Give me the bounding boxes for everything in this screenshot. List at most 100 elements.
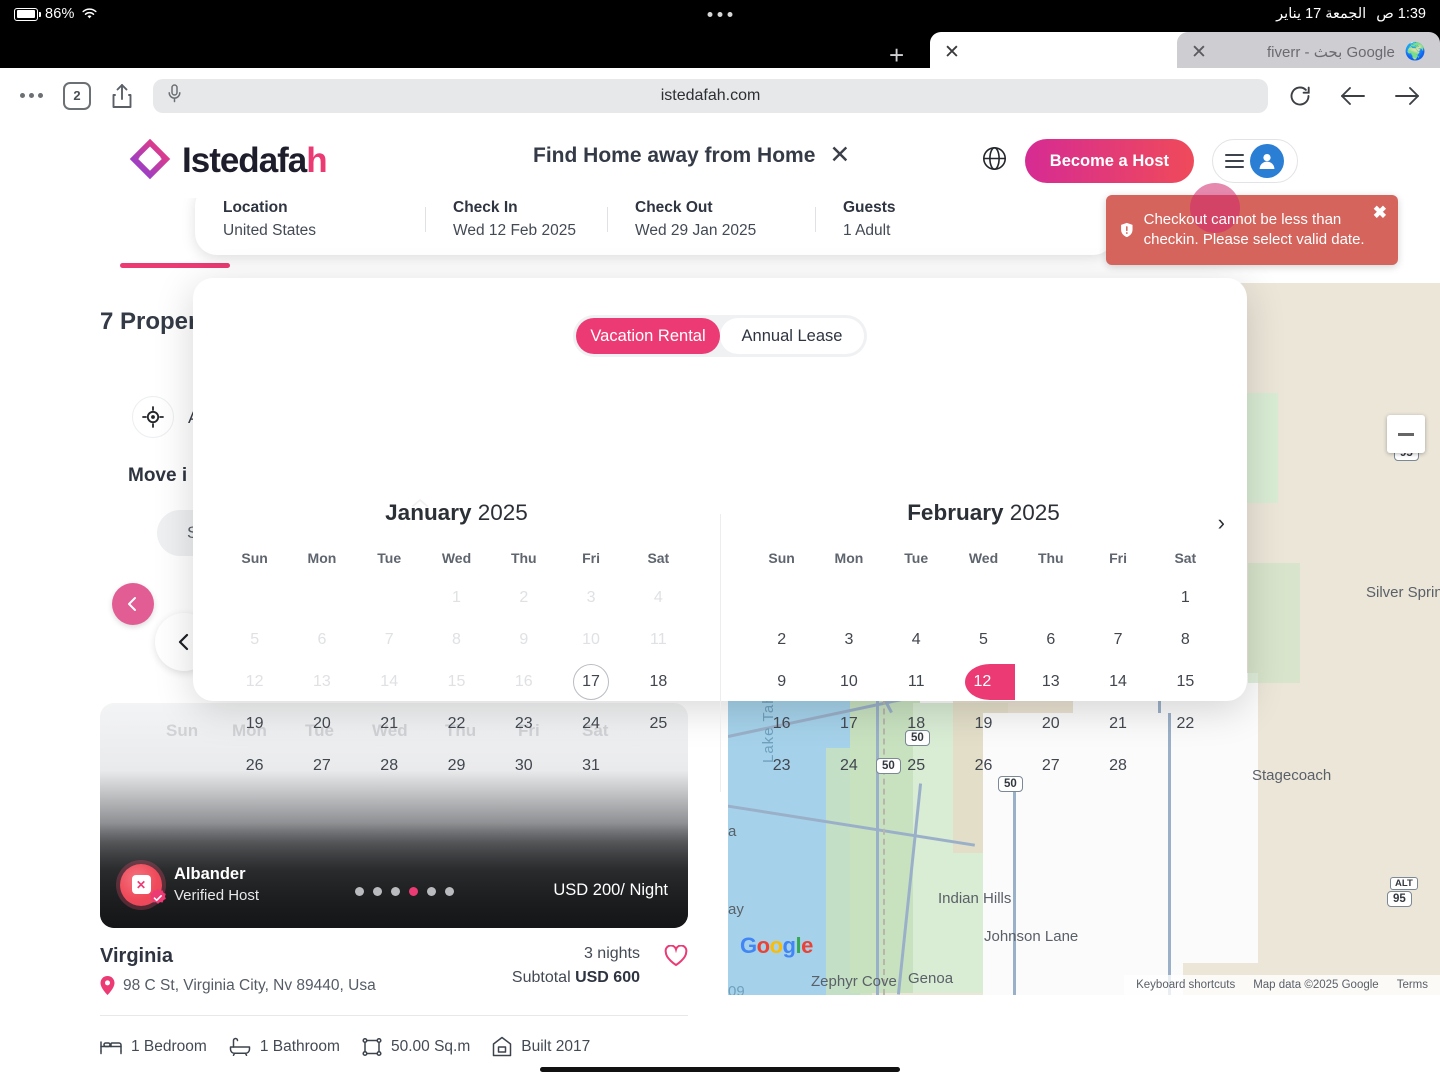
site-logo[interactable]: Istedafah xyxy=(128,139,327,183)
calendar-day[interactable]: 23 xyxy=(506,706,542,742)
calendar-day[interactable]: 18 xyxy=(898,706,934,742)
calendar-day[interactable]: 6 xyxy=(1033,622,1069,658)
calendar-day[interactable]: 7 xyxy=(1100,622,1136,658)
battery-icon xyxy=(14,8,38,21)
calendar-day[interactable]: 20 xyxy=(304,706,340,742)
tab-annual-lease[interactable]: Annual Lease xyxy=(720,318,864,354)
carousel-dot-active[interactable] xyxy=(409,887,418,896)
calendar-day[interactable]: 26 xyxy=(237,748,273,784)
calendar-day[interactable]: 20 xyxy=(1033,706,1069,742)
calendar-day[interactable]: 27 xyxy=(1033,748,1069,784)
toast-close-icon[interactable]: ✖ xyxy=(1373,204,1387,221)
microphone-icon[interactable] xyxy=(167,83,182,108)
calendar-day[interactable]: 5 xyxy=(965,622,1001,658)
browser-tab-strip: + ✕ Istedafah 🏙 ✕ fiverr - بحث Google 🌍 xyxy=(0,28,1440,68)
calendar-day[interactable]: 13 xyxy=(1033,664,1069,700)
calendar-day[interactable]: 25 xyxy=(640,706,676,742)
calendar-day[interactable]: 24 xyxy=(831,748,867,784)
close-tab-icon-2[interactable]: ✕ xyxy=(1191,43,1207,62)
reload-icon[interactable] xyxy=(1288,84,1312,108)
rental-type-toggle[interactable]: Vacation Rental Annual Lease xyxy=(573,315,867,357)
calendar-cell: 18 xyxy=(625,664,692,700)
calendar-day[interactable]: 24 xyxy=(573,706,609,742)
share-icon[interactable] xyxy=(111,83,133,109)
globe-icon[interactable] xyxy=(982,146,1007,176)
calendar-day[interactable]: 19 xyxy=(237,706,273,742)
calendar-day[interactable]: 18 xyxy=(640,664,676,700)
calendar-day[interactable]: 14 xyxy=(1100,664,1136,700)
day-grid-february[interactable]: 1234567891011121314151617181920212223242… xyxy=(748,580,1219,784)
map-attribution: Map data ©2025 Google xyxy=(1253,979,1378,991)
account-menu-button[interactable] xyxy=(1212,139,1298,183)
calendar-day-disabled: 10 xyxy=(573,622,609,658)
calendar-day[interactable]: 1 xyxy=(1167,580,1203,616)
search-field-location[interactable]: Location United States xyxy=(195,199,425,240)
calendar-day[interactable]: 9 xyxy=(764,664,800,700)
calendar-day[interactable]: 26 xyxy=(965,748,1001,784)
tab-vacation-rental[interactable]: Vacation Rental xyxy=(576,318,720,354)
calendar-day-today[interactable]: 17 xyxy=(573,664,609,700)
calendar-cell: 11 xyxy=(625,622,692,658)
calendar-day[interactable]: 2 xyxy=(764,622,800,658)
address-bar[interactable]: istedafah.com xyxy=(153,79,1268,113)
calendar-cell: 4 xyxy=(625,580,692,616)
calendar-cell: 23 xyxy=(748,748,815,784)
back-icon[interactable] xyxy=(1340,85,1366,107)
day-grid-january[interactable]: 1234567891011121314151617181920212223242… xyxy=(221,580,692,784)
carousel-dot[interactable] xyxy=(373,887,382,896)
calendar-day[interactable]: 10 xyxy=(831,664,867,700)
hamburger-icon[interactable] xyxy=(1225,154,1244,168)
date-picker-modal[interactable]: Vacation Rental Annual Lease › January 2… xyxy=(193,278,1247,701)
calendar-day[interactable]: 31 xyxy=(573,748,609,784)
calendar-day[interactable]: 27 xyxy=(304,748,340,784)
forward-icon[interactable] xyxy=(1394,85,1420,107)
calendar-day[interactable]: 16 xyxy=(764,706,800,742)
calendar-day[interactable]: 30 xyxy=(506,748,542,784)
close-tab-icon[interactable]: ✕ xyxy=(944,43,960,62)
calendar-day[interactable]: 21 xyxy=(371,706,407,742)
search-field-checkin[interactable]: Check In Wed 12 Feb 2025 xyxy=(425,199,607,240)
image-carousel-dots[interactable] xyxy=(355,887,454,896)
carousel-dot[interactable] xyxy=(355,887,364,896)
logo-text: Istedafah xyxy=(182,141,327,181)
calendar-day[interactable]: 28 xyxy=(1100,748,1136,784)
calendar-day[interactable]: 11 xyxy=(898,664,934,700)
calendar-day[interactable]: 15 xyxy=(1167,664,1203,700)
browser-tab-google[interactable]: ✕ fiverr - بحث Google 🌍 xyxy=(1177,32,1440,72)
carousel-dot[interactable] xyxy=(391,887,400,896)
calendar-day[interactable]: 8 xyxy=(1167,622,1203,658)
carousel-prev-button[interactable] xyxy=(112,583,154,625)
calendar-day[interactable]: 22 xyxy=(438,706,474,742)
become-a-host-button[interactable]: Become a Host xyxy=(1025,139,1194,183)
carousel-dot[interactable] xyxy=(445,887,454,896)
search-field-checkout[interactable]: Check Out Wed 29 Jan 2025 xyxy=(607,199,815,240)
calendar-day[interactable]: 23 xyxy=(764,748,800,784)
calendar-day[interactable]: 17 xyxy=(831,706,867,742)
google-logo: Google xyxy=(740,933,813,959)
favorite-heart-icon[interactable] xyxy=(664,945,688,967)
new-tab-button[interactable]: + xyxy=(889,42,904,68)
keyboard-shortcuts-link[interactable]: Keyboard shortcuts xyxy=(1136,979,1235,991)
calendar-day[interactable]: 21 xyxy=(1100,706,1136,742)
map-terms-link[interactable]: Terms xyxy=(1397,979,1428,991)
locate-target-icon[interactable] xyxy=(132,396,174,438)
calendar-day[interactable]: 25 xyxy=(898,748,934,784)
carousel-dot[interactable] xyxy=(427,887,436,896)
user-avatar-icon[interactable] xyxy=(1250,144,1284,178)
map-zoom-out-button[interactable] xyxy=(1387,415,1425,453)
calendar-day[interactable]: 22 xyxy=(1167,706,1203,742)
calendar-day[interactable]: 28 xyxy=(371,748,407,784)
calendar-blank-cell xyxy=(1017,580,1084,616)
calendar-day-selected[interactable]: 12 xyxy=(965,664,1015,700)
more-icon[interactable] xyxy=(20,93,43,98)
tabs-icon[interactable]: 2 xyxy=(63,82,91,110)
close-tagline-icon[interactable]: ✕ xyxy=(829,143,850,168)
calendar-day[interactable]: 3 xyxy=(831,622,867,658)
calendar-cell: 27 xyxy=(1017,748,1084,784)
calendar-day[interactable]: 19 xyxy=(965,706,1001,742)
calendar-day[interactable]: 29 xyxy=(438,748,474,784)
map-shield-95-south: 95 xyxy=(1387,891,1412,907)
search-field-guests[interactable]: Guests 1 Adult xyxy=(815,199,1015,240)
calendar-day[interactable]: 4 xyxy=(898,622,934,658)
error-toast[interactable]: Checkout cannot be less than checkin. Pl… xyxy=(1106,195,1398,265)
